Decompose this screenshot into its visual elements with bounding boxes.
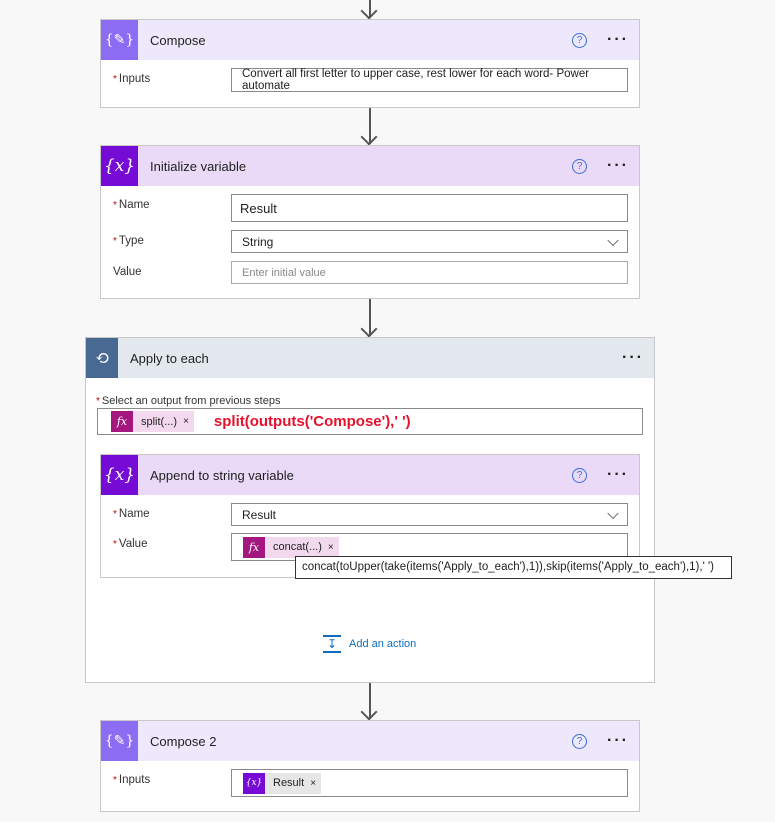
variable-icon: {x} — [243, 772, 265, 794]
variable-icon: {x} — [101, 455, 138, 495]
more-options-icon[interactable]: ··· — [607, 733, 629, 749]
compose-2-card: {✎} Compose 2 ? ··· * Inputs {x} Result × — [100, 720, 640, 812]
inputs-field[interactable]: Convert all first letter to upper case, … — [231, 68, 628, 92]
type-label: * Type — [113, 235, 144, 247]
remove-icon[interactable]: × — [327, 536, 339, 558]
select-output-field[interactable]: fx split(...) × split(outputs('Compose')… — [97, 408, 643, 435]
type-select[interactable]: String — [231, 230, 628, 253]
type-value: String — [242, 234, 274, 249]
initialize-variable-card: {x} Initialize variable ? ··· * Name Resu… — [100, 145, 640, 299]
name-label: * Name — [113, 508, 150, 520]
help-icon[interactable]: ? — [572, 158, 588, 174]
add-action-icon: ↧ — [323, 635, 341, 653]
more-options-icon[interactable]: ··· — [607, 32, 629, 48]
name-select[interactable]: Result — [231, 503, 628, 526]
expression-chip[interactable]: fx split(...) × — [111, 411, 194, 432]
name-value: Result — [242, 507, 277, 522]
remove-icon[interactable]: × — [183, 411, 194, 432]
value-input[interactable]: Enter initial value — [231, 261, 628, 284]
name-input[interactable]: Result — [231, 194, 628, 222]
chevron-down-icon — [607, 234, 619, 246]
compose-header[interactable]: {✎} Compose ? ··· — [101, 20, 639, 60]
name-label: * Name — [113, 199, 150, 211]
inputs-label: * Inputs — [113, 73, 151, 85]
apply-to-each-card: ⟲ Apply to each ··· * Select an output fr… — [85, 337, 655, 683]
expression-tooltip: concat(toUpper(take(items('Apply_to_each… — [295, 556, 732, 579]
expression-annotation: split(outputs('Compose'),' ') — [213, 413, 411, 430]
value-label: * Value — [113, 538, 148, 550]
select-output-label: * Select an output from previous steps — [96, 395, 281, 407]
compose-2-header[interactable]: {✎} Compose 2 ? ··· — [101, 721, 639, 761]
variable-chip[interactable]: {x} Result × — [243, 772, 322, 794]
add-action-button[interactable]: ↧ Add an action — [323, 635, 416, 653]
connector-arrow — [369, 108, 371, 144]
more-options-icon[interactable]: ··· — [607, 158, 629, 174]
card-title: Apply to each — [130, 350, 209, 366]
variable-icon: {x} — [101, 146, 138, 186]
remove-icon[interactable]: × — [310, 772, 322, 794]
append-header[interactable]: {x} Append to string variable ? ··· — [101, 455, 639, 495]
value-label: Value — [113, 266, 142, 278]
fx-icon: fx — [111, 411, 133, 432]
card-title: Append to string variable — [150, 467, 294, 483]
apply-to-each-header[interactable]: ⟲ Apply to each ··· — [86, 338, 654, 378]
more-options-icon[interactable]: ··· — [607, 467, 629, 483]
help-icon[interactable]: ? — [572, 733, 588, 749]
compose-icon: {✎} — [101, 721, 138, 761]
more-options-icon[interactable]: ··· — [622, 350, 644, 366]
inputs-field[interactable]: {x} Result × — [231, 769, 628, 797]
card-title: Compose 2 — [150, 733, 217, 749]
expression-chip[interactable]: fx concat(...) × — [243, 536, 339, 558]
help-icon[interactable]: ? — [572, 32, 588, 48]
initialize-variable-header[interactable]: {x} Initialize variable ? ··· — [101, 146, 639, 186]
loop-icon: ⟲ — [86, 338, 118, 378]
connector-arrow — [369, 0, 371, 18]
card-title: Compose — [150, 32, 206, 48]
card-title: Initialize variable — [150, 158, 247, 174]
compose-icon: {✎} — [101, 20, 138, 60]
fx-icon: fx — [243, 536, 265, 558]
inputs-label: * Inputs — [113, 774, 151, 786]
help-icon[interactable]: ? — [572, 467, 588, 483]
compose-card: {✎} Compose ? ··· * Inputs Convert all fi… — [100, 19, 640, 108]
chevron-down-icon — [607, 507, 619, 519]
connector-arrow — [369, 299, 371, 336]
connector-arrow — [369, 683, 371, 719]
